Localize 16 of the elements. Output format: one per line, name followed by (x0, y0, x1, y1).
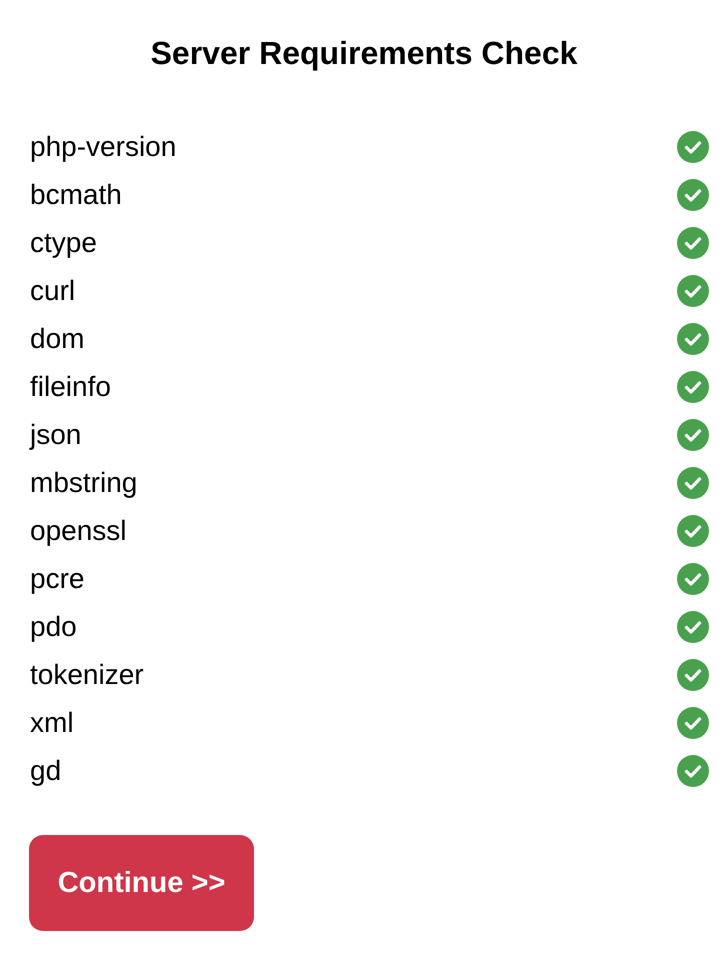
page-title: Server Requirements Check (150, 34, 578, 72)
requirement-name: bcmath (30, 178, 122, 212)
requirement-name: dom (30, 322, 84, 356)
requirement-name: curl (30, 274, 76, 308)
requirement-name: ctype (30, 226, 97, 260)
requirement-name: pdo (30, 610, 77, 644)
requirement-name: pcre (30, 562, 84, 596)
requirement-name: php-version (30, 130, 176, 164)
requirement-name: json (30, 418, 82, 452)
requirement-name: gd (30, 754, 62, 788)
requirement-name: fileinfo (30, 370, 111, 404)
continue-button[interactable]: Continue >> (29, 835, 254, 931)
requirement-name: openssl (30, 514, 127, 548)
requirement-name: mbstring (30, 466, 138, 500)
requirement-name: tokenizer (30, 658, 144, 692)
requirement-name: xml (30, 706, 74, 740)
